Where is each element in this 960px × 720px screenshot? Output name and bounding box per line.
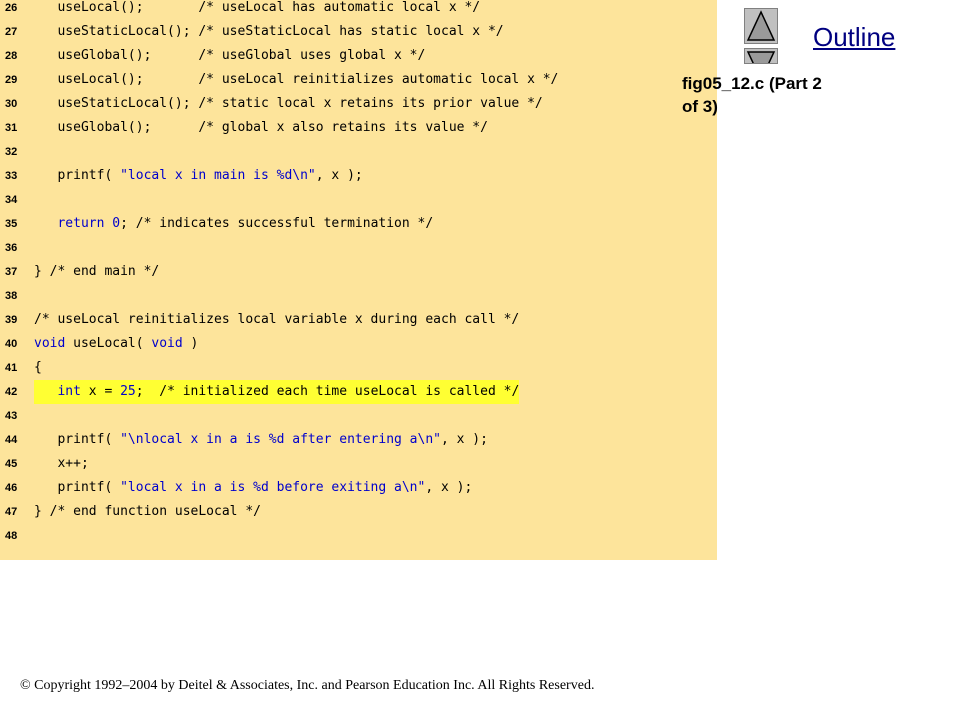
- code-line: 29 useLocal(); /* useLocal reinitializes…: [0, 68, 717, 92]
- code-line: 43: [0, 404, 717, 428]
- code-line: 48: [0, 524, 717, 548]
- triangle-up-icon: [746, 10, 776, 41]
- line-number: 37: [5, 266, 18, 278]
- line-number: 46: [5, 482, 18, 494]
- line-number: 42: [5, 386, 18, 398]
- code-text: printf( "\nlocal x in a is %d after ente…: [34, 432, 488, 447]
- code-line: 30 useStaticLocal(); /* static local x r…: [0, 92, 717, 116]
- code-text: printf( "local x in main is %d\n", x );: [34, 168, 363, 183]
- code-text: useStaticLocal(); /* useStaticLocal has …: [34, 24, 504, 39]
- line-number: 29: [5, 74, 18, 86]
- code-line: 39 /* useLocal reinitializes local variab…: [0, 308, 717, 332]
- code-text: useGlobal(); /* useGlobal uses global x …: [34, 48, 426, 63]
- code-line: 38: [0, 284, 717, 308]
- code-line: 27 useStaticLocal(); /* useStaticLocal h…: [0, 20, 717, 44]
- line-number: 45: [5, 458, 18, 470]
- code-text: int x = 25; /* initialized each time use…: [34, 380, 520, 404]
- line-number: 39: [5, 314, 18, 326]
- line-number: 48: [5, 530, 18, 542]
- code-text: {: [34, 360, 42, 375]
- code-line: 32: [0, 140, 717, 164]
- subtitle-line-2: of 3): [682, 97, 718, 116]
- line-number: 38: [5, 290, 18, 302]
- line-number: 27: [5, 26, 18, 38]
- subtitle-line-1: fig05_12.c (Part 2: [682, 74, 822, 93]
- code-text: useLocal(); /* useLocal has automatic lo…: [34, 0, 481, 15]
- code-line: 36: [0, 236, 717, 260]
- line-number: 43: [5, 410, 18, 422]
- code-text: useGlobal(); /* global x also retains it…: [34, 120, 488, 135]
- line-number: 34: [5, 194, 18, 206]
- code-line: 33 printf( "local x in main is %d\n", x …: [0, 164, 717, 188]
- code-line: 42 int x = 25; /* initialized each time …: [0, 380, 717, 404]
- previous-slide-button[interactable]: [744, 8, 778, 44]
- copyright-notice: © Copyright 1992–2004 by Deitel & Associ…: [20, 678, 595, 693]
- line-number: 28: [5, 50, 18, 62]
- code-line: 46 printf( "local x in a is %d before ex…: [0, 476, 717, 500]
- line-number: 44: [5, 434, 18, 446]
- code-line: 31 useGlobal(); /* global x also retains…: [0, 116, 717, 140]
- code-listing: 26 useLocal(); /* useLocal has automatic…: [0, 0, 717, 560]
- code-line: 45 x++;: [0, 452, 717, 476]
- line-number: 41: [5, 362, 18, 374]
- code-text: useLocal(); /* useLocal reinitializes au…: [34, 72, 559, 87]
- next-slide-button[interactable]: [744, 48, 778, 64]
- code-text: x++;: [34, 456, 89, 471]
- line-number: 26: [5, 2, 18, 14]
- code-line: 35 return 0; /* indicates successful ter…: [0, 212, 717, 236]
- code-line: 28 useGlobal(); /* useGlobal uses global…: [0, 44, 717, 68]
- line-number: 36: [5, 242, 18, 254]
- code-line: 40 void useLocal( void ): [0, 332, 717, 356]
- code-line: 44 printf( "\nlocal x in a is %d after e…: [0, 428, 717, 452]
- triangle-down-icon: [746, 51, 776, 63]
- code-text: void useLocal( void ): [34, 336, 199, 351]
- line-number: 35: [5, 218, 18, 230]
- code-text: return 0; /* indicates successful termin…: [57, 216, 434, 231]
- code-line: 26 useLocal(); /* useLocal has automatic…: [0, 0, 717, 20]
- line-number: 40: [5, 338, 18, 350]
- code-line: 37 } /* end main */: [0, 260, 717, 284]
- outline-link[interactable]: Outline: [813, 22, 895, 53]
- code-line: 34: [0, 188, 717, 212]
- slide-subtitle: fig05_12.c (Part 2 of 3): [682, 72, 922, 118]
- line-number: 47: [5, 506, 18, 518]
- code-line: 47 } /* end function useLocal */: [0, 500, 717, 524]
- line-number: 32: [5, 146, 18, 158]
- line-number: 33: [5, 170, 18, 182]
- code-text: printf( "local x in a is %d before exiti…: [34, 480, 473, 495]
- code-text: } /* end function useLocal */: [34, 504, 261, 519]
- code-text: useStaticLocal(); /* static local x reta…: [34, 96, 543, 111]
- code-text: /* useLocal reinitializes local variable…: [34, 312, 520, 327]
- code-text: } /* end main */: [34, 264, 160, 279]
- line-number: 30: [5, 98, 18, 110]
- code-line: 41 {: [0, 356, 717, 380]
- line-number: 31: [5, 122, 18, 134]
